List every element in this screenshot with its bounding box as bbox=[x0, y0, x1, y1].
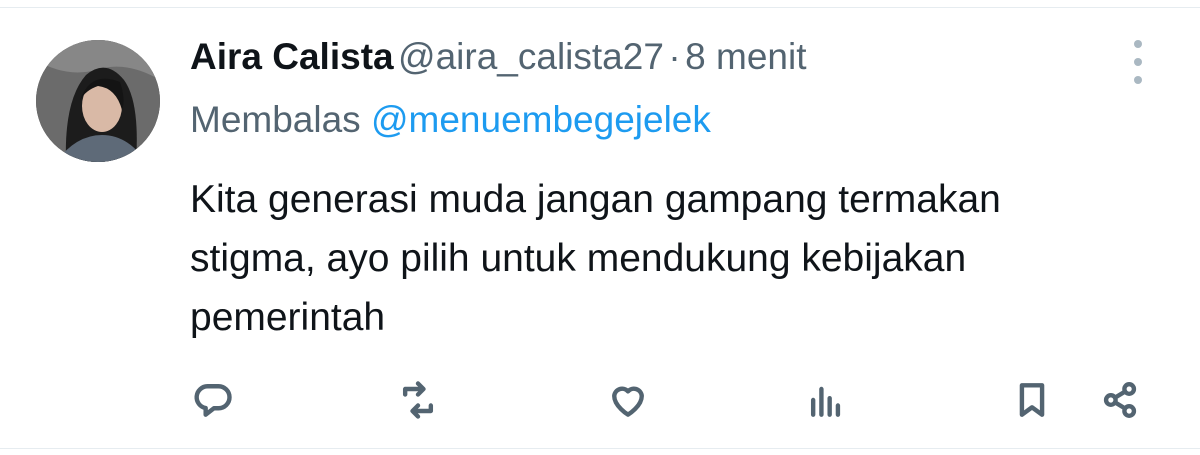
more-dot bbox=[1134, 40, 1142, 48]
more-dot bbox=[1134, 58, 1142, 66]
avatar-photo bbox=[36, 40, 160, 162]
tweet-text-line: stigma, ayo pilih untuk mendukung kebija… bbox=[190, 237, 967, 280]
reply-button[interactable] bbox=[188, 370, 238, 430]
tweet-text-line: Kita generasi muda jangan gampang termak… bbox=[190, 178, 1001, 221]
retweet-icon bbox=[402, 381, 434, 419]
share-button[interactable] bbox=[1095, 370, 1145, 430]
retweet-button[interactable] bbox=[393, 370, 443, 430]
author-name[interactable]: Aira Calista bbox=[190, 36, 394, 77]
views-icon bbox=[810, 386, 841, 417]
reply-icon bbox=[194, 384, 232, 417]
separator-dot: · bbox=[668, 36, 681, 77]
top-divider bbox=[0, 7, 1200, 8]
bottom-divider bbox=[0, 448, 1200, 449]
like-button[interactable] bbox=[603, 370, 653, 430]
more-options-icon[interactable] bbox=[1126, 40, 1150, 84]
tweet-text: Kita generasi muda jangan gampang termak… bbox=[190, 170, 1170, 347]
bookmark-icon bbox=[1019, 383, 1045, 417]
views-button[interactable] bbox=[801, 370, 851, 430]
like-icon bbox=[612, 386, 644, 417]
share-icon bbox=[1103, 382, 1137, 418]
timestamp[interactable]: 8 menit bbox=[685, 36, 806, 77]
bookmark-button[interactable] bbox=[1007, 370, 1057, 430]
reply-prefix: Membalas bbox=[190, 99, 361, 140]
tweet-card[interactable]: Aira Calista @aira_calista27 · 8 menit M… bbox=[0, 0, 1200, 455]
tweet-header: Aira Calista @aira_calista27 · 8 menit bbox=[190, 36, 807, 84]
reply-context: Membalas @menuembegejelek bbox=[190, 99, 711, 141]
action-bar bbox=[0, 370, 1200, 430]
tweet-text-line: pemerintah bbox=[190, 296, 386, 339]
reply-mention-link[interactable]: @menuembegejelek bbox=[371, 99, 711, 140]
more-dot bbox=[1134, 76, 1142, 84]
author-handle[interactable]: @aira_calista27 bbox=[398, 36, 664, 77]
avatar[interactable] bbox=[36, 40, 160, 162]
